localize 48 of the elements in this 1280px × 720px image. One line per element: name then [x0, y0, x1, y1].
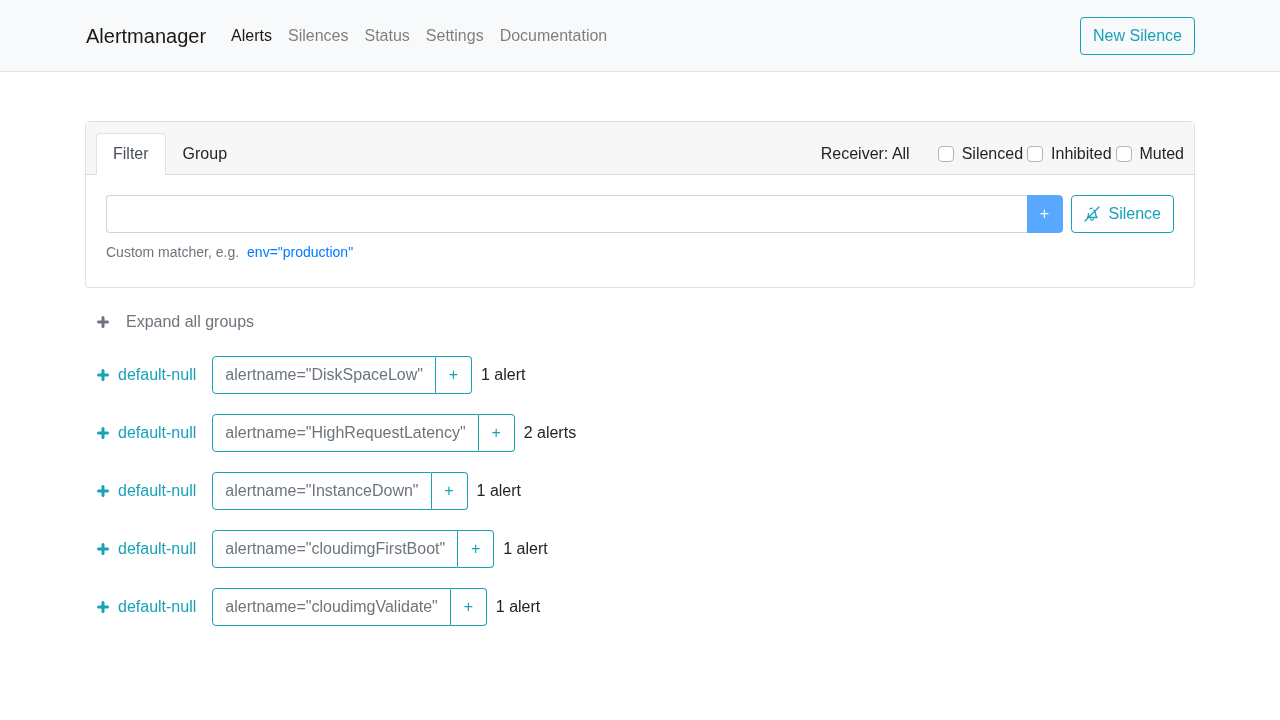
- add-filter-button[interactable]: +: [431, 472, 468, 510]
- matcher-button[interactable]: alertname="HighRequestLatency": [212, 414, 479, 452]
- alert-count: 2 alerts: [523, 423, 577, 443]
- alert-count: 1 alert: [476, 481, 521, 501]
- nav-link[interactable]: Alerts: [223, 15, 280, 56]
- checkbox-label: Silenced: [961, 144, 1024, 164]
- bell-slash-icon: [1083, 206, 1100, 222]
- group-toggle-button[interactable]: default-null: [85, 595, 197, 619]
- checkbox-label: Inhibited: [1051, 144, 1112, 164]
- add-filter-button[interactable]: +: [435, 356, 472, 394]
- nav-link[interactable]: Settings: [417, 15, 492, 56]
- plus-icon: [97, 427, 109, 439]
- example-link[interactable]: env="production": [247, 242, 354, 263]
- plus-icon: [97, 601, 109, 613]
- alert-count: 1 alert: [503, 539, 548, 559]
- nav-link[interactable]: Silences: [279, 15, 357, 56]
- checkbox[interactable]: [1027, 146, 1044, 162]
- plus-icon: [97, 316, 109, 328]
- group-toggle-button[interactable]: default-null: [85, 363, 197, 387]
- add-filter-button[interactable]: +: [478, 414, 515, 452]
- tab[interactable]: Group: [165, 133, 245, 175]
- nav-link[interactable]: Documentation: [491, 15, 616, 56]
- hint-text: Custom matcher, e.g.: [106, 243, 240, 262]
- checkbox[interactable]: [937, 146, 954, 162]
- alert-count: 1 alert: [480, 365, 526, 385]
- group-toggle-button[interactable]: default-null: [85, 479, 197, 503]
- expand-all-button[interactable]: Expand all groups: [85, 310, 255, 334]
- silence-button[interactable]: Silence: [1070, 195, 1174, 233]
- checkbox[interactable]: [1115, 146, 1132, 162]
- plus-icon: [97, 485, 109, 497]
- plus-icon: [97, 543, 109, 555]
- new-silence-button[interactable]: New Silence: [1080, 16, 1195, 55]
- matcher-input[interactable]: [106, 195, 1027, 233]
- matcher-button[interactable]: alertname="DiskSpaceLow": [212, 356, 436, 394]
- matcher-button[interactable]: alertname="cloudimgValidate": [212, 588, 451, 626]
- add-filter-button[interactable]: +: [458, 530, 495, 568]
- matcher-button[interactable]: alertname="cloudimgFirstBoot": [212, 530, 459, 568]
- add-filter-button[interactable]: +: [450, 588, 487, 626]
- nav-link[interactable]: Status: [356, 15, 418, 56]
- brand-title: Alertmanager: [85, 23, 208, 49]
- matcher-button[interactable]: alertname="InstanceDown": [212, 472, 432, 510]
- alert-count: 1 alert: [495, 597, 541, 617]
- receiver-selector[interactable]: Receiver: All: [820, 142, 910, 166]
- checkbox-label: Muted: [1139, 144, 1184, 164]
- tab[interactable]: Filter: [96, 133, 166, 175]
- group-toggle-button[interactable]: default-null: [85, 537, 197, 561]
- group-toggle-button[interactable]: default-null: [85, 421, 197, 445]
- plus-icon: [97, 369, 109, 381]
